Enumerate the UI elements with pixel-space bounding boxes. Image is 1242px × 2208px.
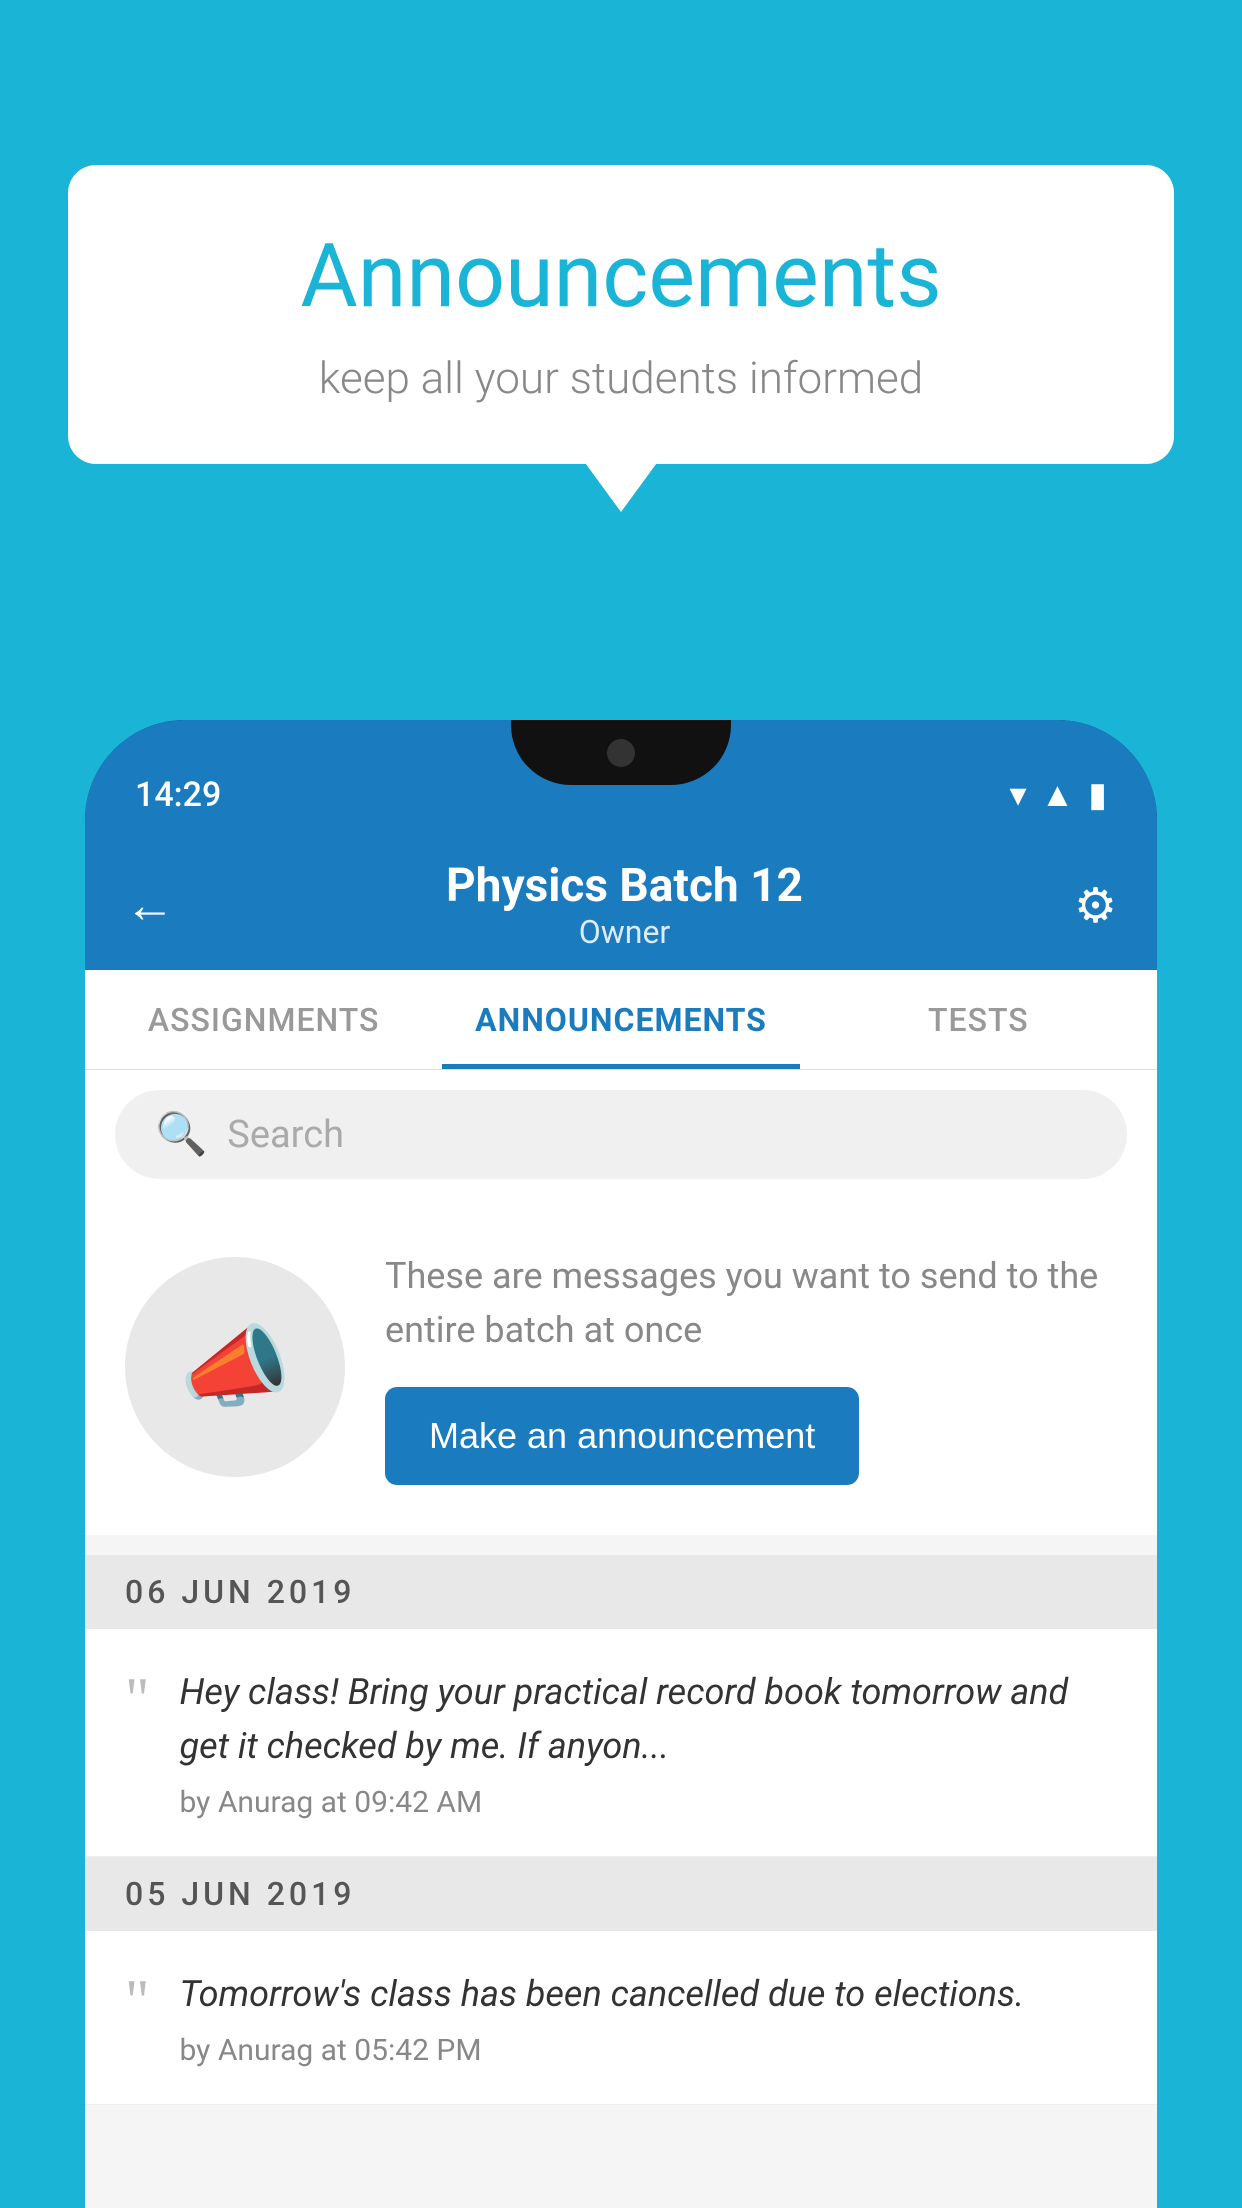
announcement-content-2: Tomorrow's class has been cancelled due … <box>180 1967 1118 2068</box>
app-bar-subtitle: Owner <box>446 913 803 951</box>
announcement-meta-1: by Anurag at 09:42 AM <box>180 1785 1118 1820</box>
search-bar[interactable]: 🔍 Search <box>115 1090 1127 1179</box>
signal-icon: ▲ <box>1041 775 1075 815</box>
date-header-1: 06 JUN 2019 <box>85 1555 1157 1629</box>
app-bar-center: Physics Batch 12 Owner <box>446 859 803 951</box>
speech-bubble: Announcements keep all your students inf… <box>68 165 1174 464</box>
announcement-icon-circle: 📣 <box>125 1257 345 1477</box>
search-icon: 🔍 <box>155 1110 207 1159</box>
date-header-2: 05 JUN 2019 <box>85 1857 1157 1931</box>
search-bar-wrapper: 🔍 Search <box>85 1070 1157 1199</box>
battery-icon: ▮ <box>1088 775 1107 815</box>
search-input[interactable]: Search <box>227 1113 344 1157</box>
tab-assignments[interactable]: ASSIGNMENTS <box>85 970 442 1069</box>
announcement-content-1: Hey class! Bring your practical record b… <box>180 1665 1118 1820</box>
phone-mockup: 14:29 ▾ ▲ ▮ ← Physics Batch 12 Owner ⚙ <box>85 720 1157 2208</box>
status-icons: ▾ ▲ ▮ <box>1010 775 1107 815</box>
quote-icon-2: " <box>125 1977 150 2025</box>
speech-bubble-subtitle: keep all your students informed <box>148 352 1094 404</box>
announcement-text-1: Hey class! Bring your practical record b… <box>180 1665 1118 1773</box>
tab-tests[interactable]: TESTS <box>800 970 1157 1069</box>
speech-bubble-title: Announcements <box>148 225 1094 328</box>
announcement-item-1[interactable]: " Hey class! Bring your practical record… <box>85 1629 1157 1857</box>
screen-content: ← Physics Batch 12 Owner ⚙ ASSIGNMENTS A… <box>85 840 1157 2208</box>
wifi-icon: ▾ <box>1010 775 1027 815</box>
empty-state: 📣 These are messages you want to send to… <box>85 1199 1157 1535</box>
quote-icon-1: " <box>125 1675 150 1723</box>
status-time: 14:29 <box>135 775 221 815</box>
status-bar: 14:29 ▾ ▲ ▮ <box>85 720 1157 840</box>
announcement-text-2: Tomorrow's class has been cancelled due … <box>180 1967 1118 2021</box>
empty-state-message: These are messages you want to send to t… <box>385 1249 1117 1357</box>
announcement-meta-2: by Anurag at 05:42 PM <box>180 2033 1118 2068</box>
phone-body: 14:29 ▾ ▲ ▮ ← Physics Batch 12 Owner ⚙ <box>85 720 1157 2208</box>
speech-bubble-section: Announcements keep all your students inf… <box>68 165 1174 464</box>
tabs-bar: ASSIGNMENTS ANNOUNCEMENTS TESTS <box>85 970 1157 1070</box>
settings-button[interactable]: ⚙ <box>1074 877 1117 934</box>
app-bar: ← Physics Batch 12 Owner ⚙ <box>85 840 1157 970</box>
announcement-item-2[interactable]: " Tomorrow's class has been cancelled du… <box>85 1931 1157 2105</box>
empty-state-right: These are messages you want to send to t… <box>385 1249 1117 1485</box>
megaphone-icon: 📣 <box>179 1315 291 1420</box>
tab-announcements[interactable]: ANNOUNCEMENTS <box>442 970 799 1069</box>
make-announcement-button[interactable]: Make an announcement <box>385 1387 859 1485</box>
app-bar-title: Physics Batch 12 <box>446 859 803 913</box>
phone-notch <box>511 720 731 785</box>
back-button[interactable]: ← <box>125 876 175 935</box>
camera-dot <box>607 739 635 767</box>
